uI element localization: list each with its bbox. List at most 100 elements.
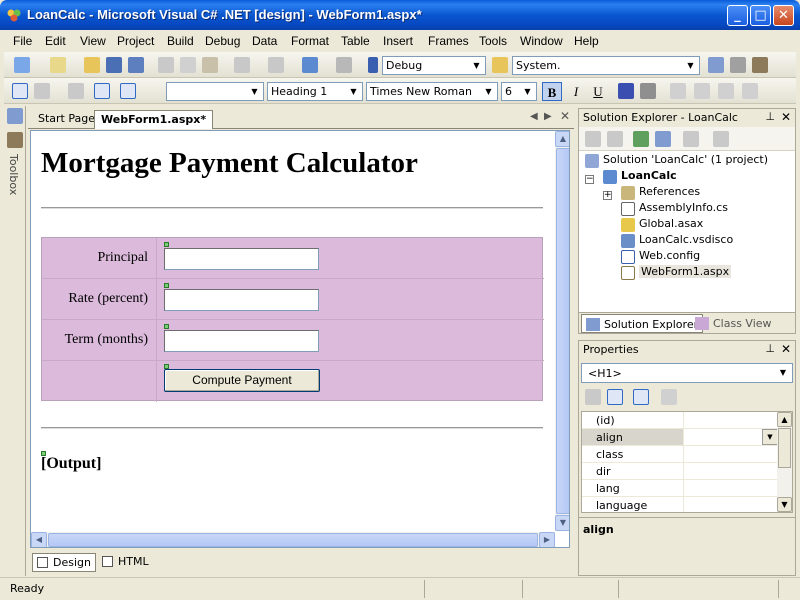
- properties-view-icon[interactable]: [633, 389, 649, 405]
- menu-window[interactable]: Window: [520, 34, 563, 48]
- expand-icon[interactable]: +: [603, 191, 612, 200]
- show-all-files-icon[interactable]: [683, 131, 699, 147]
- properties-scroll-thumb[interactable]: [778, 428, 791, 468]
- tab-start-page[interactable]: Start Page: [32, 110, 101, 129]
- collapse-icon[interactable]: −: [585, 175, 594, 184]
- add-item-icon[interactable]: [50, 57, 66, 73]
- save-all-icon[interactable]: [128, 57, 144, 73]
- configuration-dropdown[interactable]: Debug ▼: [382, 56, 486, 75]
- undo-icon[interactable]: [234, 57, 250, 73]
- maximize-button[interactable]: □: [750, 5, 771, 26]
- tree-item[interactable]: Web.config: [619, 249, 700, 265]
- tree-item[interactable]: LoanCalc: [601, 169, 677, 185]
- menu-format[interactable]: Format: [291, 34, 329, 48]
- menu-file[interactable]: File: [13, 34, 32, 48]
- solution-explorer-icon[interactable]: [708, 57, 724, 73]
- alphabetical-icon[interactable]: [607, 389, 623, 405]
- toolbox-tab[interactable]: Toolbox: [7, 154, 20, 195]
- tree-item[interactable]: Solution 'LoanCalc' (1 project): [583, 153, 768, 169]
- show-grid-icon[interactable]: [94, 83, 110, 99]
- scroll-right-icon[interactable]: ▶: [539, 532, 555, 547]
- style-dropdown[interactable]: ▼: [166, 82, 264, 101]
- font-name-dropdown[interactable]: Times New Roman ▼: [366, 82, 498, 101]
- view-designer-icon[interactable]: [607, 131, 623, 147]
- menu-build[interactable]: Build: [167, 34, 194, 48]
- page-title[interactable]: Mortgage Payment Calculator: [41, 147, 418, 180]
- tree-item[interactable]: LoanCalc.vsdisco: [619, 233, 733, 249]
- block-format-dropdown[interactable]: Heading 1 ▼: [267, 82, 363, 101]
- menu-tools[interactable]: Tools: [479, 34, 507, 48]
- find-dropdown[interactable]: System. ▼: [512, 56, 700, 75]
- menu-project[interactable]: Project: [117, 34, 154, 48]
- highlight-color-icon[interactable]: [640, 83, 656, 99]
- tree-item[interactable]: AssemblyInfo.cs: [619, 201, 728, 217]
- output-label[interactable]: [Output]: [41, 455, 101, 473]
- horizontal-scrollbar[interactable]: ◀ ▶: [31, 532, 555, 547]
- property-row[interactable]: language: [582, 497, 778, 512]
- vertical-scrollbar[interactable]: ▲ ▼: [555, 131, 569, 531]
- scroll-up-icon[interactable]: ▲: [555, 131, 569, 147]
- menu-view[interactable]: View: [80, 34, 106, 48]
- close-button[interactable]: ✕: [773, 5, 794, 26]
- properties-icon[interactable]: [713, 131, 729, 147]
- property-row[interactable]: lang: [582, 480, 778, 497]
- find-in-files-icon[interactable]: [492, 57, 508, 73]
- menu-edit[interactable]: Edit: [45, 34, 66, 48]
- tree-item[interactable]: WebForm1.aspx: [619, 265, 732, 281]
- save-icon[interactable]: [106, 57, 122, 73]
- refresh-icon[interactable]: [633, 131, 649, 147]
- property-row[interactable]: align ▼: [582, 429, 778, 446]
- properties-window-icon[interactable]: [730, 57, 746, 73]
- copy-icon[interactable]: [180, 57, 196, 73]
- rate-input[interactable]: [164, 289, 319, 311]
- term-input[interactable]: [164, 330, 319, 352]
- horizontal-scroll-thumb[interactable]: [48, 533, 538, 547]
- show-details-icon[interactable]: [34, 83, 50, 99]
- lock-icon[interactable]: [68, 83, 84, 99]
- property-row[interactable]: class: [582, 446, 778, 463]
- form-table[interactable]: Principal Rate (percent) Term (months) C…: [41, 237, 544, 402]
- scroll-left-icon[interactable]: ◀: [31, 532, 47, 547]
- close-panel-icon[interactable]: ✕: [781, 342, 791, 356]
- design-grid-icon[interactable]: [12, 83, 28, 99]
- new-project-icon[interactable]: [14, 57, 30, 73]
- underline-button[interactable]: U: [588, 82, 608, 101]
- align-left-icon[interactable]: [670, 83, 686, 99]
- align-center-icon[interactable]: [694, 83, 710, 99]
- close-panel-icon[interactable]: ✕: [781, 110, 791, 124]
- chevron-down-icon[interactable]: ▼: [762, 429, 778, 445]
- menu-insert[interactable]: Insert: [383, 34, 413, 48]
- compute-payment-button[interactable]: Compute Payment: [164, 369, 320, 392]
- menu-help[interactable]: Help: [574, 34, 599, 48]
- toolbox-tab-icon[interactable]: [7, 132, 23, 148]
- principal-input[interactable]: [164, 248, 319, 270]
- vertical-scroll-thumb[interactable]: [556, 148, 569, 514]
- tree-item[interactable]: References: [619, 185, 700, 201]
- property-pages-icon[interactable]: [661, 389, 677, 405]
- menu-debug[interactable]: Debug: [205, 34, 240, 48]
- snap-to-grid-icon[interactable]: [120, 83, 136, 99]
- tree-item[interactable]: Global.asax: [619, 217, 703, 233]
- scroll-up-icon[interactable]: ▲: [777, 412, 792, 427]
- scroll-tabs-right-icon[interactable]: ▶: [544, 111, 552, 122]
- tab-design[interactable]: Design: [32, 553, 96, 572]
- open-file-icon[interactable]: [84, 57, 100, 73]
- start-debug-icon[interactable]: [368, 57, 378, 73]
- italic-button[interactable]: I: [566, 82, 586, 101]
- minimize-button[interactable]: _: [727, 5, 748, 26]
- paste-icon[interactable]: [202, 57, 218, 73]
- server-explorer-icon[interactable]: [7, 108, 23, 124]
- fore-color-icon[interactable]: [618, 83, 634, 99]
- pin-icon[interactable]: ⊥: [765, 110, 775, 123]
- properties-scrollbar[interactable]: ▲ ▼: [777, 412, 792, 512]
- scroll-down-icon[interactable]: ▼: [555, 515, 569, 531]
- menu-frames[interactable]: Frames: [428, 34, 469, 48]
- font-size-dropdown[interactable]: 6 ▼: [501, 82, 537, 101]
- navigate-backward-icon[interactable]: [302, 57, 318, 73]
- tab-webform1[interactable]: WebForm1.aspx*: [94, 110, 214, 129]
- tab-solution-explorer[interactable]: Solution Explorer: [581, 314, 704, 333]
- justify-icon[interactable]: [742, 83, 758, 99]
- cut-icon[interactable]: [158, 57, 174, 73]
- object-selector[interactable]: <H1> ▼: [581, 363, 793, 383]
- bold-button[interactable]: B: [542, 82, 562, 101]
